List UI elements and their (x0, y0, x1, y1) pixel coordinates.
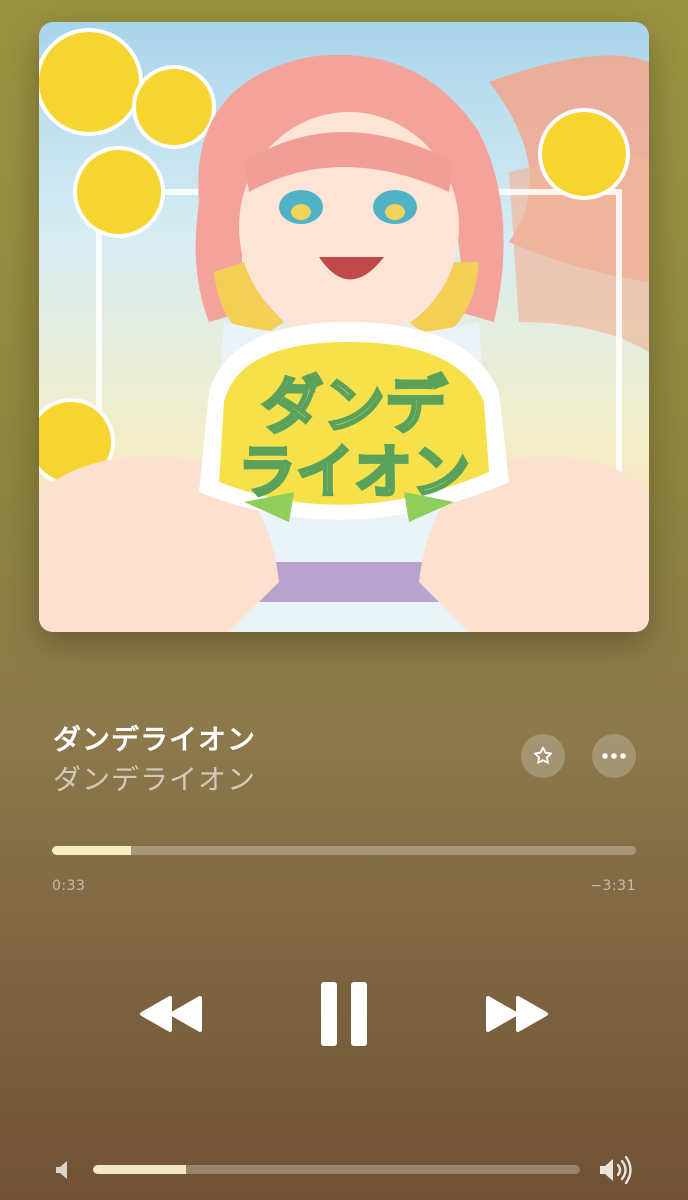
speaker-low-icon (56, 1161, 67, 1179)
track-title: ダンデライオン (53, 723, 257, 756)
pause-icon (321, 982, 367, 1046)
remaining-time: −3:31 (590, 878, 636, 894)
artwork-logo-line1: ダンデ (261, 369, 448, 442)
pause-button[interactable] (314, 978, 374, 1050)
volume-fill (93, 1165, 186, 1174)
elapsed-time: 0:33 (52, 878, 86, 894)
album-artwork-illustration: ダンデ ライオン (39, 28, 649, 632)
playback-progress-slider[interactable] (52, 846, 636, 855)
rewind-button[interactable] (136, 990, 208, 1038)
more-options-button[interactable] (592, 734, 636, 778)
playback-progress-fill (52, 846, 131, 855)
artist-name[interactable]: ダンデライオン (53, 758, 483, 798)
ellipsis-icon (602, 753, 626, 759)
forward-icon (486, 996, 548, 1032)
backward-icon (140, 996, 202, 1032)
speaker-high-icon (600, 1156, 632, 1184)
volume-slider[interactable] (93, 1165, 580, 1174)
favorite-button[interactable] (521, 734, 565, 778)
forward-button[interactable] (480, 990, 552, 1038)
album-artwork: ダンデ ライオン (39, 22, 649, 632)
star-icon (534, 746, 552, 764)
artwork-logo-line2: ライオン (238, 438, 470, 506)
